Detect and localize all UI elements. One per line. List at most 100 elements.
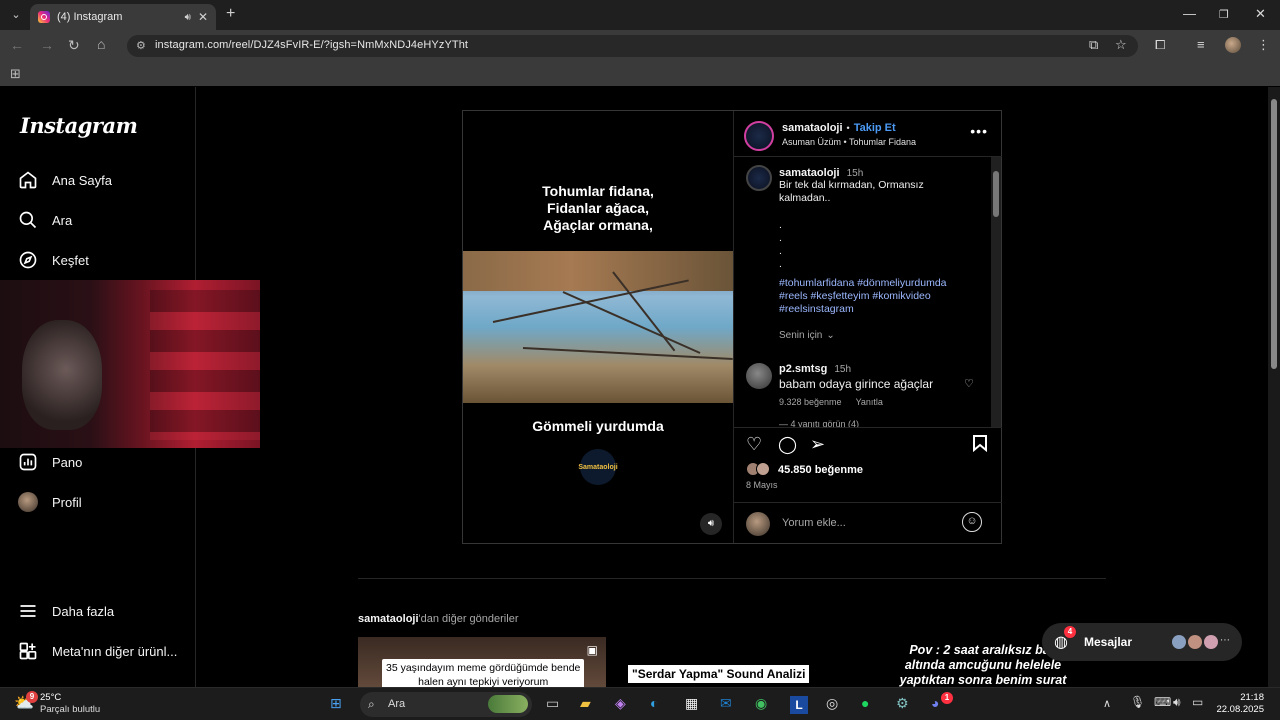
sidebar-item-label: Ara bbox=[52, 212, 73, 228]
for-you-toggle[interactable]: Senin için ⌄ bbox=[779, 330, 979, 341]
install-app-icon[interactable]: ⧉ bbox=[1089, 37, 1098, 53]
messenger-icon: ◍ 4 bbox=[1054, 626, 1076, 652]
microphone-icon[interactable]: 🎙︎ bbox=[1130, 695, 1145, 709]
tray-chevron-up-icon[interactable]: ∧ bbox=[1103, 697, 1111, 710]
taskbar-search[interactable]: ⌕ Ara bbox=[360, 692, 532, 717]
sidebar-item-meta[interactable]: Meta'nın diğer ürünl... bbox=[18, 638, 177, 664]
tab-close-icon[interactable]: ✕ bbox=[198, 10, 208, 24]
start-icon[interactable]: ⊞ bbox=[330, 695, 342, 712]
store-icon[interactable]: ▦ bbox=[685, 695, 698, 712]
bookmark-star-icon[interactable]: ☆ bbox=[1115, 37, 1127, 53]
reload-icon[interactable]: ↻ bbox=[68, 37, 80, 54]
search-icon bbox=[18, 210, 38, 230]
share-icon[interactable]: ➢ bbox=[810, 434, 825, 455]
post-thumbnail[interactable]: ▣ 35 yaşındayım meme gördüğümde bende ha… bbox=[358, 637, 606, 687]
tab-audio-icon[interactable]: 🔊︎ bbox=[185, 12, 191, 23]
apps-grid-icon[interactable]: ⊞ bbox=[10, 66, 21, 82]
like-icon[interactable]: ♡ bbox=[746, 434, 762, 455]
close-window-icon[interactable]: ✕ bbox=[1255, 6, 1266, 22]
volume-icon[interactable]: 🔊︎ bbox=[1173, 695, 1181, 710]
comment-icon[interactable]: ◯ bbox=[778, 435, 797, 455]
comment-likes[interactable]: 9.328 beğenme bbox=[779, 397, 842, 407]
battery-icon[interactable]: ▭ bbox=[1192, 695, 1203, 709]
more-posts-username[interactable]: samataoloji bbox=[358, 613, 419, 625]
post-actions: ♡ ◯ ➢ 45.850 beğenme 8 Mayıs Yorum ekle.… bbox=[734, 427, 1002, 543]
caption-username[interactable]: samataoloji bbox=[779, 167, 840, 179]
author-avatar[interactable] bbox=[744, 121, 774, 151]
page-scrollbar[interactable] bbox=[1268, 87, 1280, 687]
emoji-icon[interactable]: ☺ bbox=[962, 512, 982, 532]
caption-avatar[interactable] bbox=[746, 165, 772, 191]
site-info-icon[interactable]: ⚙ bbox=[136, 39, 146, 52]
instagram-favicon-icon bbox=[38, 11, 50, 23]
comment-input[interactable]: Yorum ekle... bbox=[782, 517, 846, 529]
volume-icon[interactable]: 🔊︎ bbox=[700, 513, 722, 535]
browser-tab-instagram[interactable]: (4) Instagram 🔊︎ ✕ bbox=[30, 4, 216, 30]
reel-video[interactable]: Tohumlar fidana, Fidanlar ağaca, Ağaçlar… bbox=[463, 111, 733, 543]
commenter-avatar[interactable] bbox=[746, 363, 772, 389]
back-icon[interactable]: ← bbox=[10, 37, 24, 53]
media-control-icon[interactable]: ≡ bbox=[1197, 37, 1205, 52]
edge-icon[interactable]: ◐ bbox=[650, 695, 658, 711]
launcher-icon[interactable]: L bbox=[790, 696, 808, 714]
messages-button[interactable]: ◍ 4 Mesajlar ⋯ bbox=[1042, 623, 1242, 661]
sidebar-item-explore[interactable]: Keşfet bbox=[18, 247, 89, 273]
extensions-icon[interactable]: ⧠ bbox=[1155, 37, 1165, 53]
profile-avatar bbox=[18, 492, 38, 512]
file-explorer-icon[interactable]: ▰ bbox=[580, 695, 591, 712]
page-scroll-thumb[interactable] bbox=[1271, 99, 1277, 369]
reply-button[interactable]: Yanıtla bbox=[856, 397, 883, 407]
comment-like-icon[interactable]: ♡ bbox=[964, 377, 974, 390]
browser-tab-strip: ⌄ (4) Instagram 🔊︎ ✕ + — ❐ ✕ bbox=[0, 0, 1280, 30]
caption-hashtags[interactable]: #tohumlarfidana #dönmeliyurdumda #reels … bbox=[779, 277, 979, 316]
weather-icon[interactable]: ⛅ 9 bbox=[14, 691, 38, 713]
sidebar-item-search[interactable]: Ara bbox=[18, 207, 72, 233]
author-username[interactable]: samataoloji bbox=[782, 122, 843, 134]
chrome-icon[interactable]: ◉ bbox=[755, 695, 767, 712]
settings-gear-icon[interactable]: ⚙ bbox=[896, 695, 909, 712]
minimize-icon[interactable]: — bbox=[1183, 6, 1196, 21]
clock[interactable]: 21:18 22.08.2025 bbox=[1216, 692, 1264, 716]
post-details: samataoloji • Takip Et Asuman Üzüm • Toh… bbox=[733, 111, 1002, 543]
copilot-icon[interactable]: ◈ bbox=[615, 695, 626, 712]
sidebar-item-dashboard[interactable]: Pano bbox=[18, 449, 82, 475]
tab-search-button[interactable]: ⌄ bbox=[6, 6, 26, 24]
browser-profile-avatar[interactable] bbox=[1225, 37, 1241, 53]
home-icon bbox=[18, 170, 38, 190]
post-thumbnail[interactable]: "Serdar Yapma" Sound Analizi bbox=[608, 637, 856, 687]
separator-dot: • bbox=[846, 123, 850, 133]
sidebar-item-home[interactable]: Ana Sayfa bbox=[18, 167, 112, 193]
audio-attribution[interactable]: Asuman Üzüm • Tohumlar Fidana bbox=[782, 137, 916, 147]
url-text[interactable]: instagram.com/reel/DJZ4sFvIR-E/?igsh=NmM… bbox=[155, 39, 468, 51]
message-avatars: ⋯ bbox=[1172, 635, 1230, 649]
network-icon[interactable]: ⌨ bbox=[1154, 695, 1171, 709]
sidebar-item-profile[interactable]: Profil bbox=[18, 489, 82, 515]
task-view-icon[interactable]: ▭ bbox=[546, 695, 559, 712]
follow-button[interactable]: Takip Et bbox=[854, 122, 896, 134]
weather-widget[interactable]: 25°C Parçalı bulutlu bbox=[40, 692, 100, 716]
comments-scroll-thumb[interactable] bbox=[993, 171, 999, 217]
maximize-icon[interactable]: ❐ bbox=[1219, 8, 1229, 21]
menu-icon bbox=[18, 601, 38, 621]
comment-time: 15h bbox=[834, 364, 852, 375]
sidebar-item-label: Ana Sayfa bbox=[52, 172, 112, 188]
brand-badge: Samataoloji bbox=[578, 449, 618, 485]
home-icon[interactable]: ⌂ bbox=[97, 36, 105, 52]
new-tab-button[interactable]: + bbox=[226, 5, 235, 23]
meta-apps-icon bbox=[18, 641, 38, 661]
view-replies[interactable]: — 4 yanıtı görün (4) bbox=[779, 419, 989, 427]
commenter-username[interactable]: p2.smtsg bbox=[779, 363, 827, 375]
spotify-icon[interactable]: ● bbox=[861, 695, 869, 711]
like-count[interactable]: 45.850 beğenme bbox=[778, 464, 863, 476]
river-scene bbox=[463, 251, 733, 403]
instagram-logo[interactable]: Instagram bbox=[20, 113, 138, 138]
save-bookmark-icon[interactable] bbox=[972, 434, 988, 457]
forward-icon[interactable]: → bbox=[40, 37, 54, 53]
outlook-icon[interactable]: ✉ bbox=[720, 695, 732, 712]
sidebar-item-more[interactable]: Daha fazla bbox=[18, 598, 114, 624]
add-comment-row: Yorum ekle... ☺ bbox=[734, 502, 1002, 544]
browser-menu-icon[interactable]: ⋮ bbox=[1257, 37, 1270, 53]
app-icon[interactable]: ◎ bbox=[826, 695, 838, 712]
discord-icon[interactable]: ◕ 1 bbox=[931, 692, 953, 711]
more-options-icon[interactable]: ••• bbox=[970, 123, 988, 139]
